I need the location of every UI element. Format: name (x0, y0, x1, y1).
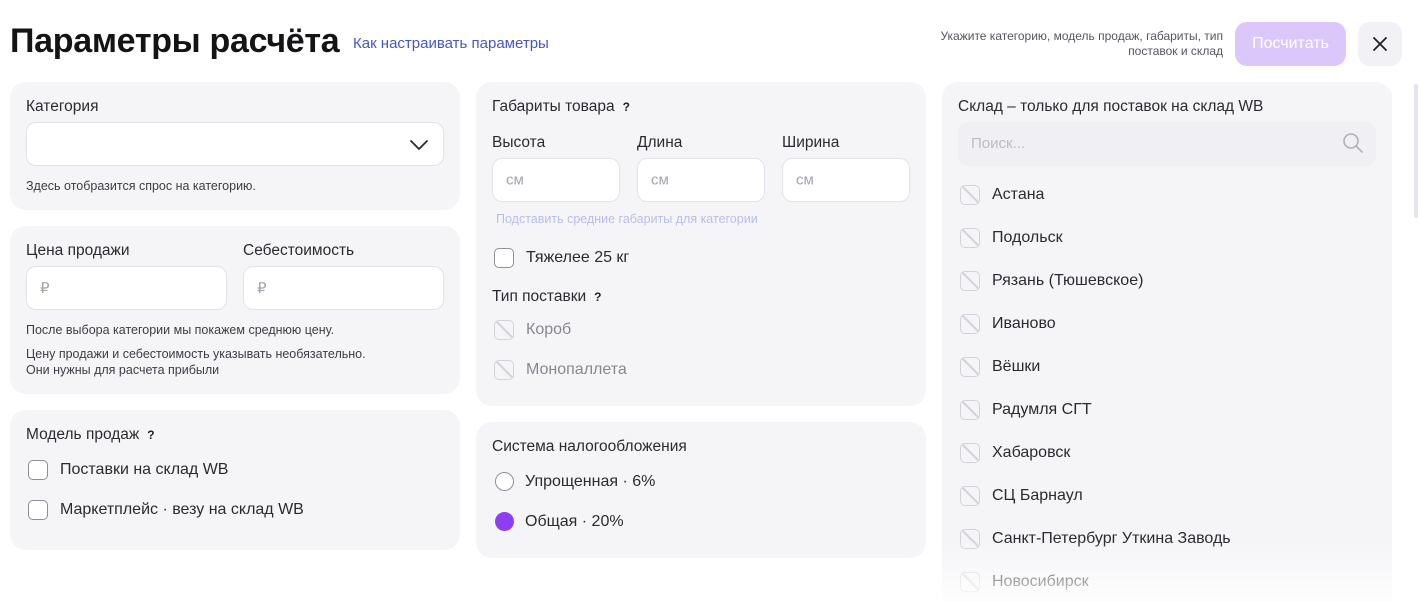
sales-model-label: Модель продаж? (26, 426, 155, 444)
checkbox[interactable] (494, 248, 514, 268)
warehouse-item[interactable]: Радумля СГТ (960, 400, 1092, 420)
supply-type-label: Тип поставки? (492, 288, 601, 306)
checkbox-disabled (960, 529, 980, 549)
warehouse-search-input[interactable]: Поиск... (958, 122, 1376, 166)
sale-price-label: Цена продажи (26, 242, 130, 259)
height-placeholder: см (506, 171, 524, 189)
warehouse-item-label: Рязань (Тюшевское) (992, 272, 1144, 289)
supply-type-box[interactable]: Короб (494, 320, 571, 340)
dimensions-label-text: Габариты товара (492, 98, 615, 115)
calculate-button[interactable]: Посчитать (1235, 22, 1346, 66)
price-note-3: Они нужны для расчета прибыли (26, 363, 220, 377)
page-title: Параметры расчёта (10, 22, 340, 60)
checkbox-disabled (960, 357, 980, 377)
option-label: Общая · 20% (525, 512, 624, 530)
category-select[interactable] (26, 122, 444, 166)
sales-model-option-marketplace[interactable]: Маркетплейс · везу на склад WB (28, 500, 304, 520)
option-label: Монопаллета (526, 361, 627, 378)
average-dimensions-link[interactable]: Подставить средние габариты для категори… (496, 212, 758, 226)
checkbox-disabled (960, 443, 980, 463)
width-input[interactable]: см (782, 158, 910, 202)
width-placeholder: см (796, 171, 814, 189)
warehouse-item[interactable]: Новосибирск (960, 572, 1089, 592)
cost-price-label: Себестоимость (243, 242, 355, 259)
checkbox-disabled (960, 572, 980, 592)
search-placeholder: Поиск... (971, 135, 1026, 152)
cost-price-placeholder: ₽ (257, 280, 267, 297)
heavy-checkbox[interactable]: Тяжелее 25 кг (494, 248, 629, 268)
warehouse-item-label: Радумля СГТ (992, 401, 1092, 418)
radio[interactable] (495, 472, 514, 491)
search-icon (1343, 133, 1363, 153)
option-label: Поставки на склад WB (60, 461, 229, 478)
checkbox[interactable] (28, 500, 48, 520)
hint-text: Укажите категорию, модель продаж, габари… (940, 29, 1223, 58)
length-label: Длина (637, 134, 683, 151)
checkbox-disabled (494, 360, 514, 380)
tax-option-general[interactable]: Общая · 20% (495, 512, 624, 531)
warehouse-item-label: Новосибирск (992, 573, 1089, 590)
price-note-1: После выбора категории мы покажем средню… (26, 323, 335, 337)
chevron-down-icon (410, 140, 428, 150)
checkbox-disabled (494, 320, 514, 340)
dimensions-label: Габариты товара? (492, 98, 630, 116)
checkbox-disabled (960, 185, 980, 205)
sale-price-input[interactable]: ₽ (26, 266, 227, 310)
option-label: Короб (526, 321, 572, 338)
tax-label: Система налогообложения (492, 438, 687, 455)
dimensions-help[interactable]: ? (623, 100, 630, 114)
length-placeholder: см (651, 171, 669, 189)
warehouse-item[interactable]: Вёшки (960, 357, 1040, 377)
option-label: Упрощенная · 6% (525, 472, 656, 490)
dimensions-card (476, 82, 926, 406)
width-label: Ширина (782, 134, 840, 151)
warehouse-item[interactable]: Астана (960, 185, 1044, 205)
height-input[interactable]: см (492, 158, 620, 202)
option-label: Маркетплейс · везу на склад WB (60, 501, 304, 518)
scrollbar[interactable] (1414, 84, 1418, 218)
checkbox-disabled (960, 271, 980, 291)
supply-type-pallet[interactable]: Монопаллета (494, 360, 627, 380)
category-label: Категория (26, 98, 99, 115)
warehouse-item-label: Астана (992, 186, 1045, 203)
warehouse-item-label: Подольск (992, 229, 1063, 246)
radio-selected[interactable] (495, 512, 514, 531)
heavy-label: Тяжелее 25 кг (526, 249, 630, 266)
help-link[interactable]: Как настраивать параметры (353, 35, 549, 52)
supply-type-help[interactable]: ? (594, 290, 601, 304)
warehouse-item[interactable]: Санкт-Петербург Уткина Заводь (960, 529, 1231, 549)
warehouse-item-label: Вёшки (992, 358, 1041, 375)
warehouse-item[interactable]: Рязань (Тюшевское) (960, 271, 1143, 291)
checkbox-disabled (960, 228, 980, 248)
checkbox[interactable] (28, 460, 48, 480)
warehouse-item-label: СЦ Барнаул (992, 487, 1083, 504)
warehouse-item[interactable]: Иваново (960, 314, 1056, 334)
sales-model-label-text: Модель продаж (26, 426, 140, 443)
warehouse-item[interactable]: СЦ Барнаул (960, 486, 1083, 506)
sales-model-help[interactable]: ? (147, 428, 154, 442)
close-icon (1373, 37, 1387, 51)
warehouse-item[interactable]: Хабаровск (960, 443, 1070, 463)
cost-price-input[interactable]: ₽ (243, 266, 444, 310)
warehouse-item[interactable]: Подольск (960, 228, 1063, 248)
close-button[interactable] (1358, 22, 1402, 66)
category-note: Здесь отобразится спрос на категорию. (26, 179, 256, 193)
tax-option-simplified[interactable]: Упрощенная · 6% (495, 472, 655, 491)
length-input[interactable]: см (637, 158, 765, 202)
checkbox-disabled (960, 486, 980, 506)
sales-model-option-warehouse[interactable]: Поставки на склад WB (28, 460, 228, 480)
price-note-2: Цену продажи и себестоимость указывать н… (26, 347, 366, 361)
height-label: Высота (492, 134, 546, 151)
checkbox-disabled (960, 400, 980, 420)
warehouse-item-label: Иваново (992, 315, 1056, 332)
header: Параметры расчёта Как настраивать параме… (0, 0, 1420, 84)
sale-price-placeholder: ₽ (40, 280, 50, 297)
warehouse-item-label: Санкт-Петербург Уткина Заводь (992, 530, 1231, 547)
supply-type-label-text: Тип поставки (492, 288, 587, 305)
warehouse-label: Склад – только для поставок на склад WB (958, 98, 1264, 115)
warehouse-item-label: Хабаровск (992, 444, 1071, 461)
checkbox-disabled (960, 314, 980, 334)
